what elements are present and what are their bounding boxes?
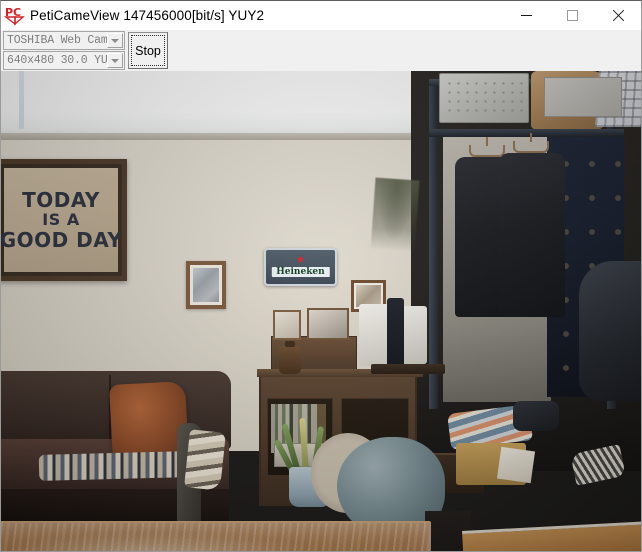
stop-button[interactable]: Stop [128,32,168,69]
maximize-button[interactable] [549,1,595,30]
office-chair [579,261,641,401]
framed-picture-left [186,261,226,309]
maximize-icon [566,10,578,21]
window-sill [1,133,421,140]
sofa [1,371,256,533]
toolbar: TOSHIBA Web Cam 640x480 30.0 YUY2 Stop [1,30,641,71]
shelf-photo-frame [273,310,301,340]
device-select-value: TOSHIBA Web Cam [7,34,108,47]
paper-on-crate [496,446,536,484]
heineken-sign-text: Heineken [271,267,330,277]
throw-blanket-draped [184,429,226,491]
picture-image [193,268,219,302]
shelf-photo-frame [307,308,349,340]
close-icon [612,10,624,22]
black-jacket [499,153,565,317]
app-window: PC PetiCameView 147456000[bit/s] YUY2 TO… [0,0,642,552]
wooden-table-right [462,521,641,551]
wooden-table-foreground [1,521,431,551]
wooden-tray [371,364,445,374]
window-title: PetiCameView 147456000[bit/s] YUY2 [30,7,265,23]
dark-folded-items [513,401,559,431]
clothes-hanger [469,145,505,157]
combo-group: TOSHIBA Web Cam 640x480 30.0 YUY2 [3,31,125,70]
poster-line-1: TODAY [22,188,100,212]
minimize-icon [520,15,532,16]
webcam-scene: TODAY IS A GOOD DAY ★ Heineken [1,71,641,551]
star-icon: ★ [295,254,306,266]
dried-plant-hanging [370,177,420,253]
peticame-pc-icon: PC [4,5,26,27]
ceramic-jar [279,341,301,374]
title-bar: PC PetiCameView 147456000[bit/s] YUY2 [1,1,641,30]
plant-leaf [299,417,309,473]
format-select[interactable]: 640x480 30.0 YUY2 [3,51,125,70]
metal-suitcase [439,73,529,123]
today-is-a-good-day-poster: TODAY IS A GOOD DAY [1,159,127,281]
close-button[interactable] [595,1,641,30]
rack-hanging-bar [429,129,624,137]
poster-line-3: GOOD DAY [1,228,123,252]
video-preview[interactable]: TODAY IS A GOOD DAY ★ Heineken [1,71,641,551]
coffee-grinder [387,298,404,368]
throw-blanket [38,451,190,481]
format-select-value: 640x480 30.0 YUY2 [7,54,108,67]
poster-line-2: IS A [42,210,80,229]
storage-box [544,77,622,117]
chevron-down-icon[interactable] [107,33,123,48]
window-controls [503,1,641,30]
chevron-down-icon[interactable] [107,53,123,68]
heineken-sign: ★ Heineken [264,248,337,286]
clothes-hanger [513,141,549,153]
stop-button-label: Stop [135,43,161,58]
window-light [1,71,421,138]
device-select[interactable]: TOSHIBA Web Cam [3,31,125,50]
minimize-button[interactable] [503,1,549,30]
